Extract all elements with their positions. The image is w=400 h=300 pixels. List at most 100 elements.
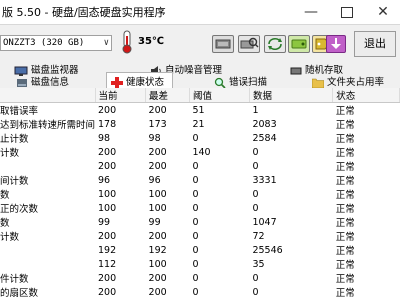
raw-data: 2584 [252,132,277,144]
raw-data: 35 [252,258,265,270]
threshold-value: 21 [192,118,205,130]
threshold-value: 0 [192,286,199,298]
threshold-value: 51 [192,104,205,116]
window-title: 版 5.50 - 硬盘/固态硬盘实用程序 [2,6,166,19]
tab-folder-usage[interactable]: 文件夹占用率 [312,74,384,88]
table-row[interactable]: 的扇区数 200 200 0 0 正常 [0,285,400,300]
worst-value: 200 [148,286,167,298]
raw-data: 0 [252,160,259,172]
attribute-name: 计数 [0,148,20,159]
status-value: 正常 [335,162,355,173]
disk-info-icon [17,78,27,87]
attribute-name [0,159,95,173]
tab-error-scan[interactable]: 错误扫描 [214,74,267,89]
attribute-name: 正的次数 [0,204,39,215]
worst-value: 100 [148,188,167,200]
table-row[interactable]: 数 99 99 0 1047 正常 [0,215,400,230]
minimize-button[interactable]: — [294,0,328,24]
status-value: 正常 [335,120,355,131]
table-row[interactable]: 计数 200 200 140 0 正常 [0,145,400,160]
table-header-row: 当前 最差 阈值 数据 状态 [0,88,400,103]
exit-button[interactable]: 退出 [354,31,396,57]
refresh-arrows-icon[interactable] [264,35,286,53]
table-row[interactable]: 200 200 0 0 正常 [0,159,400,174]
attribute-name: 止计数 [0,134,29,145]
maximize-icon [341,7,353,18]
thermometer-icon [122,30,132,54]
attribute-name: 取错误率 [0,106,39,117]
column-header-data[interactable]: 数据 [249,88,334,103]
raw-data: 1047 [252,216,277,228]
maximize-button[interactable] [330,0,364,24]
raw-data: 0 [252,272,259,284]
worst-value: 200 [148,230,167,242]
current-value: 100 [98,188,117,200]
current-value: 200 [98,146,117,158]
tab-disk-info[interactable]: 磁盘信息 [16,74,69,88]
column-header-current[interactable]: 当前 [95,88,147,103]
attribute-name: 件计数 [0,274,29,285]
table-row[interactable]: 192 192 0 25546 正常 [0,243,400,258]
threshold-value: 0 [192,160,199,172]
attribute-name: 计数 [0,232,20,243]
table-row[interactable]: 止计数 98 98 0 2584 正常 [0,131,400,146]
threshold-value: 0 [192,132,199,144]
purple-download-icon[interactable] [326,35,346,53]
status-value: 正常 [335,288,355,299]
temperature-readout: 35℃ [138,36,165,47]
status-value: 正常 [335,176,355,187]
column-header-worst[interactable]: 最差 [145,88,190,103]
status-value: 正常 [335,190,355,201]
attribute-name [0,257,95,271]
toolbar: ONZZT3 (320 GB) ∨ 35℃ 退出 [0,25,400,61]
close-button[interactable]: ✕ [366,0,400,24]
table-row[interactable]: 件计数 200 200 0 0 正常 [0,271,400,286]
column-header-attribute[interactable] [0,88,96,103]
tab-health-status[interactable]: 健康状态 [106,72,174,89]
attribute-name: 的扇区数 [0,288,39,299]
current-value: 96 [98,174,111,186]
drive-select[interactable]: ONZZT3 (320 GB) ∨ [0,35,112,51]
worst-value: 200 [148,160,167,172]
current-value: 100 [98,202,117,214]
drive-search-icon[interactable] [238,35,260,53]
drive-chip-icon[interactable] [212,35,234,53]
table-row[interactable]: 正的次数 100 100 0 0 正常 [0,201,400,216]
current-value: 200 [98,104,117,116]
worst-value: 98 [148,132,161,144]
green-drive-icon[interactable] [288,35,310,53]
current-value: 200 [98,286,117,298]
threshold-value: 0 [192,244,199,256]
status-value: 正常 [335,204,355,215]
attribute-name [0,243,95,257]
current-value: 112 [98,258,117,270]
threshold-value: 0 [192,216,199,228]
worst-value: 192 [148,244,167,256]
worst-value: 100 [148,202,167,214]
column-header-threshold[interactable]: 阈值 [189,88,250,103]
smart-table-panel: 当前 最差 阈值 数据 状态 取错误率 200 200 51 1 正常 达到标准转速所需时间… [0,88,400,300]
attribute-name: 数 [0,190,10,201]
worst-value: 173 [148,118,167,130]
attribute-name: 达到标准转速所需时间 [0,120,96,131]
tab-label: 健康状态 [126,77,165,88]
threshold-value: 0 [192,188,199,200]
raw-data: 25546 [252,244,283,256]
smart-attribute-table: 当前 最差 阈值 数据 状态 取错误率 200 200 51 1 正常 达到标准转速所需时间… [0,88,400,300]
column-header-status[interactable]: 状态 [332,88,400,103]
table-row[interactable]: 计数 200 200 0 72 正常 [0,229,400,244]
current-value: 99 [98,216,111,228]
raw-data: 3331 [252,174,277,186]
worst-value: 200 [148,104,167,116]
current-value: 200 [98,272,117,284]
table-row[interactable]: 数 100 100 0 0 正常 [0,187,400,202]
table-row[interactable]: 达到标准转速所需时间 178 173 21 2083 正常 [0,117,400,132]
table-row[interactable]: 取错误率 200 200 51 1 正常 [0,103,400,118]
raw-data: 72 [252,230,265,242]
table-row[interactable]: 间计数 96 96 0 3331 正常 [0,173,400,188]
table-row[interactable]: 112 100 0 35 正常 [0,257,400,272]
raw-data: 0 [252,146,259,158]
worst-value: 100 [148,258,167,270]
tab-label: 错误扫描 [229,77,268,88]
attribute-name: 数 [0,218,10,229]
